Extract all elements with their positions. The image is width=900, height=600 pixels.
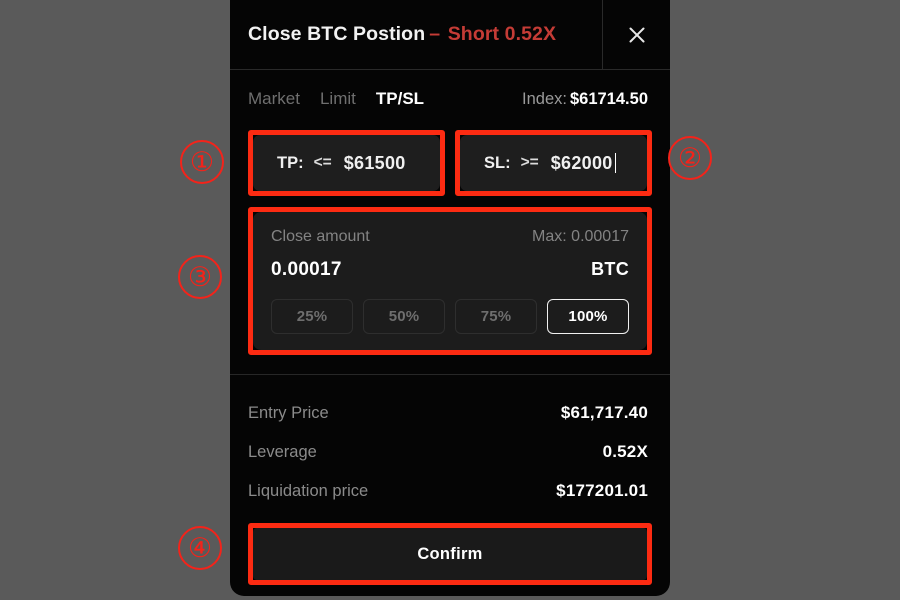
liquidation-price-label: Liquidation price [248, 481, 369, 500]
title-separator: – [429, 23, 441, 45]
position-details: Entry Price $61,717.40 Leverage 0.52X Li… [230, 375, 670, 510]
close-amount-highlight: Close amount Max: 0.00017 0.00017 BTC 25… [248, 207, 652, 355]
index-price-label: Index: [522, 89, 567, 108]
tpsl-inputs-row: TP: <= $61500 SL: >= $62000 [230, 130, 670, 196]
detail-row-liquidation-price: Liquidation price $177201.01 [248, 471, 648, 510]
close-amount-row[interactable]: 0.00017 BTC [271, 259, 629, 281]
sl-field-highlight: SL: >= $62000 [455, 130, 652, 196]
index-price-value: $61714.50 [570, 89, 648, 108]
stop-loss-input[interactable]: SL: >= $62000 [460, 135, 647, 191]
tab-limit[interactable]: Limit [320, 89, 356, 109]
text-caret [614, 153, 617, 173]
percent-25-button[interactable]: 25% [271, 299, 353, 334]
sl-operator: >= [520, 154, 539, 171]
close-amount-max[interactable]: Max: 0.00017 [532, 228, 629, 246]
liquidation-price-value: $177201.01 [556, 480, 648, 500]
confirm-button-highlight: Confirm [248, 523, 652, 585]
tp-value: $61500 [343, 152, 406, 173]
dialog-title-text: Close BTC Postion [248, 23, 426, 45]
tab-market[interactable]: Market [248, 89, 300, 109]
sl-value: $62000 [550, 152, 613, 173]
order-type-tabs: Market Limit TP/SL Index: $61714.50 [230, 70, 670, 128]
dialog-title: Close BTC Postion – Short 0.52X [230, 23, 556, 46]
tab-tpsl[interactable]: TP/SL [376, 89, 424, 109]
close-dialog-button[interactable] [602, 0, 670, 70]
leverage-value: 0.52X [602, 441, 648, 461]
tp-operator: <= [313, 154, 332, 171]
entry-price-value: $61,717.40 [560, 402, 648, 422]
detail-row-entry-price: Entry Price $61,717.40 [248, 393, 648, 432]
dialog-header: Close BTC Postion – Short 0.52X [230, 0, 670, 70]
close-amount-card: Close amount Max: 0.00017 0.00017 BTC 25… [253, 212, 647, 350]
position-side-badge: Short 0.52X [447, 23, 557, 45]
close-amount-label: Close amount [271, 228, 370, 245]
detail-row-leverage: Leverage 0.52X [248, 432, 648, 471]
take-profit-input[interactable]: TP: <= $61500 [253, 135, 440, 191]
close-position-dialog: Close BTC Postion – Short 0.52X Market Li… [230, 0, 670, 596]
close-amount-unit: BTC [591, 259, 629, 279]
close-amount-header: Close amount Max: 0.00017 [271, 228, 629, 246]
index-price: Index: $61714.50 [522, 90, 648, 109]
close-icon [629, 27, 644, 43]
percent-100-button[interactable]: 100% [547, 299, 629, 334]
sl-label: SL: [484, 153, 511, 172]
percent-selector: 25% 50% 75% 100% [271, 299, 629, 334]
entry-price-label: Entry Price [248, 403, 329, 422]
tp-label: TP: [277, 153, 304, 172]
annotation-marker-4: ④ [178, 526, 222, 570]
annotation-marker-1: ① [180, 140, 224, 184]
tp-field-highlight: TP: <= $61500 [248, 130, 445, 196]
annotation-marker-2: ② [668, 136, 712, 180]
close-amount-value[interactable]: 0.00017 [271, 259, 342, 281]
leverage-label: Leverage [248, 442, 317, 461]
percent-50-button[interactable]: 50% [363, 299, 445, 334]
percent-75-button[interactable]: 75% [455, 299, 537, 334]
confirm-button[interactable]: Confirm [253, 528, 647, 580]
annotation-marker-3: ③ [178, 255, 222, 299]
